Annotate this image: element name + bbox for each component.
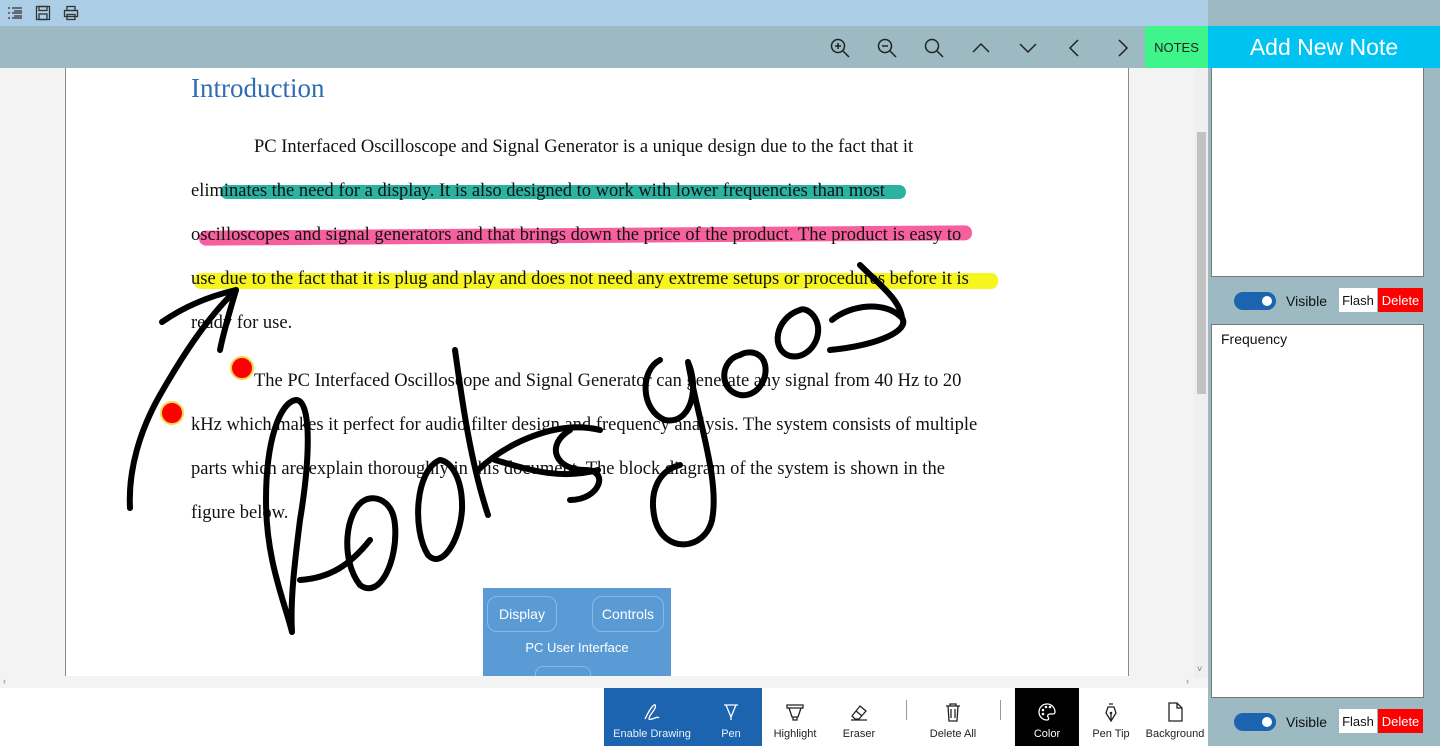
delete-all-label: Delete All — [929, 728, 977, 740]
note-controls: Visible Flash Delete — [1208, 708, 1440, 734]
delete-note-button[interactable]: Delete — [1378, 288, 1423, 312]
eraser-label: Eraser — [842, 728, 876, 740]
horizontal-scrollbar[interactable]: ‹ › — [0, 676, 1194, 688]
scroll-left-icon[interactable]: ‹ — [3, 676, 6, 686]
document-page: Introduction PC Interfaced Oscilloscope … — [65, 68, 1129, 678]
chevron-left-icon[interactable] — [1061, 34, 1089, 62]
text-line: kHz which makes it perfect for audio fil… — [191, 415, 978, 435]
chevron-right-icon[interactable] — [1108, 34, 1136, 62]
document-heading: Introduction — [191, 73, 325, 103]
pen-icon — [724, 704, 738, 720]
enable-drawing-button[interactable]: Enable Drawing — [604, 688, 700, 746]
pen-tip-label: Pen Tip — [1092, 728, 1130, 740]
flash-button[interactable]: Flash — [1339, 288, 1377, 312]
text-line: PC Interfaced Oscilloscope and Signal Ge… — [254, 137, 914, 157]
visible-label: Visible — [1286, 293, 1327, 309]
background-label: Background — [1145, 728, 1205, 740]
highlighter-icon — [786, 704, 804, 721]
pen-tip-icon — [1105, 703, 1117, 723]
note-textbox[interactable]: Frequency — [1211, 324, 1424, 698]
separator — [906, 700, 907, 720]
add-new-note-button[interactable]: Add New Note — [1208, 26, 1440, 68]
highlight-label: Highlight — [773, 728, 817, 740]
controls-block: Controls — [592, 596, 664, 632]
text-line: parts which are explain thoroughly in th… — [191, 459, 945, 479]
drawing-toolbar: Enable Drawing Pen Highlight Eraser Dele… — [0, 688, 1208, 746]
scroll-right-icon[interactable]: › — [1186, 676, 1189, 686]
eraser-icon — [851, 705, 867, 721]
text-line: use due to the fact that it is plug and … — [191, 269, 969, 289]
delete-note-button[interactable]: Delete — [1378, 709, 1423, 733]
page-icon — [1168, 702, 1183, 722]
zoom-out-icon[interactable] — [873, 34, 901, 62]
trash-icon — [946, 703, 960, 722]
pen-label: Pen — [721, 728, 741, 740]
list-icon[interactable] — [6, 4, 24, 22]
scroll-thumb[interactable] — [1197, 132, 1206, 394]
handwriting-icon — [644, 704, 660, 721]
block-diagram: Display Controls PC User Interface — [483, 588, 671, 678]
search-icon[interactable] — [920, 34, 948, 62]
text-line: The PC Interfaced Oscilloscope and Signa… — [254, 371, 962, 391]
delete-all-button[interactable]: Delete All — [918, 688, 988, 746]
pc-user-interface-label: PC User Interface — [525, 640, 629, 655]
text-line: eliminates the need for a display. It is… — [191, 181, 885, 201]
text-line: figure below. — [191, 503, 289, 523]
zoom-in-icon[interactable] — [826, 34, 854, 62]
save-icon[interactable] — [34, 4, 52, 22]
chevron-down-icon[interactable] — [1014, 34, 1042, 62]
color-button[interactable]: Color — [1015, 688, 1079, 746]
eraser-button[interactable]: Eraser — [830, 688, 888, 746]
palette-icon — [1038, 703, 1056, 721]
pen-tip-button[interactable]: Pen Tip — [1083, 688, 1139, 746]
visible-label: Visible — [1286, 714, 1327, 730]
note-controls: Visible Flash Delete — [1208, 287, 1440, 313]
color-label: Color — [1033, 728, 1061, 740]
notes-button[interactable]: NOTES — [1145, 26, 1208, 68]
text-line: ready for use. — [191, 313, 293, 333]
visible-toggle[interactable] — [1234, 292, 1276, 310]
pen-button[interactable]: Pen — [700, 688, 762, 746]
visible-toggle[interactable] — [1234, 713, 1276, 731]
flash-button[interactable]: Flash — [1339, 709, 1377, 733]
chevron-up-icon[interactable] — [967, 34, 995, 62]
text-line: oscilloscopes and signal generators and … — [191, 225, 962, 245]
document-toolbar: NOTES — [0, 26, 1208, 68]
background-button[interactable]: Background — [1142, 688, 1208, 746]
enable-drawing-label: Enable Drawing — [613, 728, 691, 740]
display-block: Display — [487, 596, 557, 632]
note-textbox[interactable] — [1211, 68, 1424, 277]
document-viewer[interactable]: Introduction PC Interfaced Oscilloscope … — [0, 68, 1208, 688]
separator — [1000, 700, 1001, 720]
highlight-button[interactable]: Highlight — [764, 688, 826, 746]
vertical-scrollbar[interactable]: ˅ — [1194, 68, 1208, 678]
notes-panel: Add New Note Visible Flash Delete Freque… — [1208, 0, 1440, 746]
print-icon[interactable] — [62, 4, 80, 22]
scroll-down-icon[interactable]: ˅ — [1197, 664, 1202, 674]
